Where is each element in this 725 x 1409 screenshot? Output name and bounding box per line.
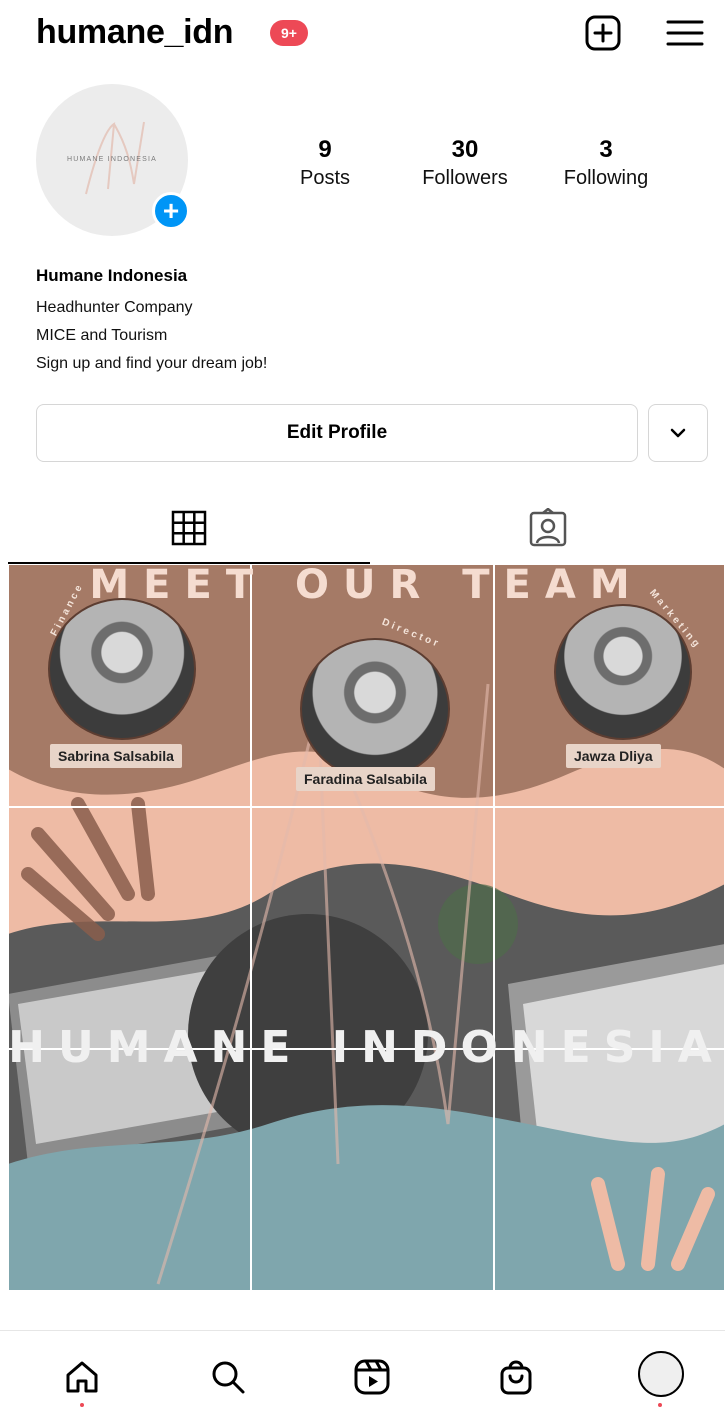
menu-icon[interactable] [664,14,706,52]
shop-icon [500,1360,532,1395]
member-photo [48,598,196,740]
member-photo [554,604,692,740]
post-tile[interactable] [251,1049,494,1291]
profile-activity-dot [658,1403,662,1407]
profile-username[interactable]: humane_idn [36,12,234,52]
member-photo [300,638,450,780]
discover-people-button[interactable] [648,404,708,462]
nav-search[interactable] [206,1355,250,1399]
tagged-person-icon [529,508,566,547]
reels-icon [354,1359,390,1395]
posts-grid: MEET OUR TEAM Finance Sabrina Salsabila … [8,564,725,1291]
member-name: Jawza Dliya [566,744,661,768]
bottom-nav [0,1330,725,1409]
post-tile[interactable] [8,807,251,1049]
member-name: Faradina Salsabila [296,767,435,791]
home-icon [66,1361,98,1393]
chevron-down-icon [670,428,686,438]
grid-icon [171,510,207,546]
notification-badge[interactable]: 9+ [270,20,308,46]
post-tile[interactable] [8,1049,251,1291]
posts-count-label: Posts [299,167,351,189]
following-count-label: Following [563,167,649,189]
tab-posts-grid[interactable] [8,494,370,564]
home-activity-dot [80,1403,84,1407]
bio-line: MICE and Tourism [36,327,168,344]
tab-tagged[interactable] [370,494,725,562]
avatar-logo-text: HUMANE INDONESIA [67,156,157,163]
nav-home[interactable] [60,1355,104,1399]
posts-count-value: 9 [318,136,332,163]
bio-line: Headhunter Company [36,299,193,316]
edit-profile-button[interactable]: Edit Profile [36,404,638,462]
nav-shop[interactable] [494,1355,538,1399]
followers-count-value: 30 [451,136,479,163]
following-count[interactable]: 3 Following [536,136,676,192]
post-tile[interactable] [494,1049,725,1291]
member-name: Sabrina Salsabila [50,744,182,768]
plus-icon: + [162,195,180,226]
post-tile[interactable] [494,807,725,1049]
new-post-icon[interactable] [584,14,622,52]
nav-profile[interactable] [636,1349,686,1399]
post-tile[interactable] [251,807,494,1049]
following-count-value: 3 [599,136,613,163]
brand-title-text: HUMANE INDONESIA [8,1022,725,1073]
followers-count[interactable]: 30 Followers [395,136,535,192]
nav-reels[interactable] [350,1355,394,1399]
posts-count[interactable]: 9 Posts [255,136,395,192]
profile-display-name: Humane Indonesia [36,266,188,285]
profile-icon [638,1351,684,1397]
followers-count-label: Followers [422,167,508,189]
bio-line: Sign up and find your dream job! [36,355,268,372]
search-icon [212,1361,245,1394]
add-story-button[interactable]: + [152,192,190,230]
